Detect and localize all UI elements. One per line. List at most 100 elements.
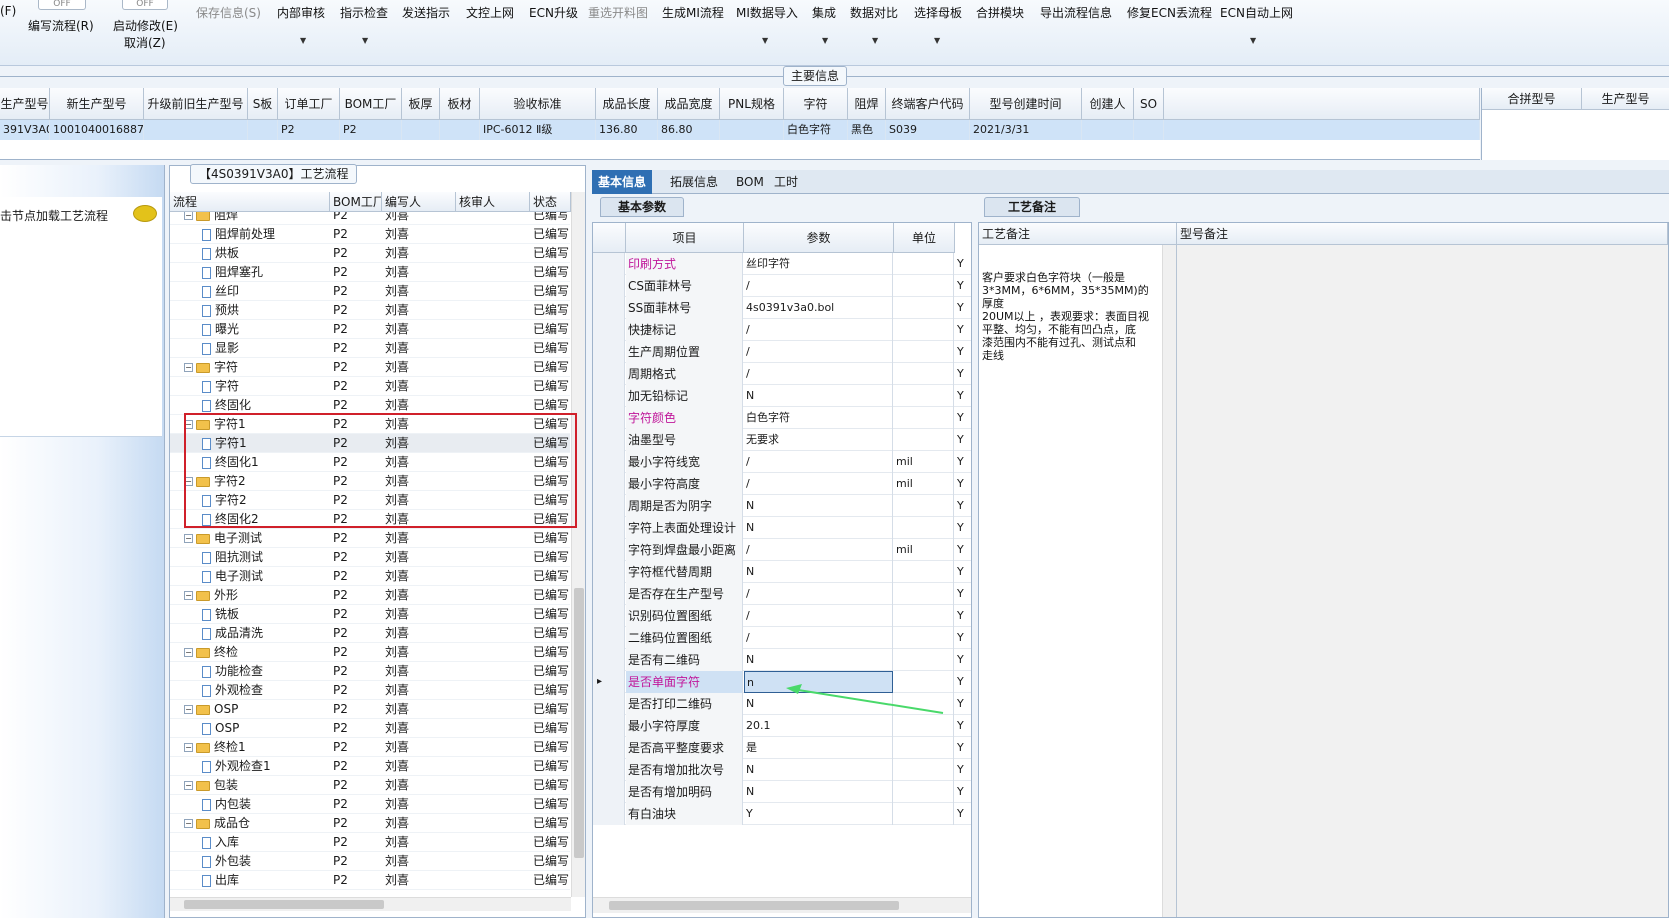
row-selector[interactable] bbox=[593, 341, 625, 363]
param-row[interactable]: 是否高平整度要求是 Y bbox=[593, 737, 971, 759]
collapse-icon[interactable]: − bbox=[184, 705, 193, 714]
param-row[interactable]: 最小字符高度 / mil Y bbox=[593, 473, 971, 495]
param-row[interactable]: SS面菲林号 4s0391v3a0.bol Y bbox=[593, 297, 971, 319]
ribbon-button[interactable]: 集成 bbox=[812, 4, 836, 21]
load-process-hint[interactable]: 击节点加载工艺流程 bbox=[0, 207, 108, 224]
param-value[interactable]: N bbox=[744, 759, 893, 781]
notes-vscroll[interactable] bbox=[1162, 245, 1176, 917]
params-hscroll[interactable] bbox=[593, 897, 971, 913]
info-cell[interactable] bbox=[720, 120, 784, 140]
tree-node[interactable]: 铣板 bbox=[202, 605, 239, 624]
tree-row[interactable]: 外观检查 P2 刘喜 已编写 bbox=[170, 681, 570, 700]
info-cell[interactable] bbox=[1082, 120, 1134, 140]
row-selector[interactable] bbox=[593, 385, 625, 407]
param-value[interactable]: / bbox=[744, 275, 893, 297]
param-value[interactable]: N bbox=[744, 781, 893, 803]
collapse-icon[interactable]: − bbox=[184, 648, 193, 657]
info-cell[interactable]: P2 bbox=[340, 120, 402, 140]
row-selector[interactable] bbox=[593, 539, 625, 561]
ribbon-button[interactable]: 启动修改(E) bbox=[113, 17, 178, 34]
tree-row[interactable]: 铣板 P2 刘喜 已编写 bbox=[170, 605, 570, 624]
info-cell[interactable]: 10010400168873 bbox=[50, 120, 144, 140]
param-value[interactable]: / bbox=[744, 363, 893, 385]
tree-node[interactable]: 预烘 bbox=[202, 301, 239, 320]
chevron-down-icon[interactable]: ▼ bbox=[822, 36, 828, 45]
ribbon-button[interactable]: ECN自动上网 bbox=[1220, 4, 1293, 21]
tree-node[interactable]: 阻焊塞孔 bbox=[202, 263, 263, 282]
param-row[interactable]: 最小字符厚度 20.1 Y bbox=[593, 715, 971, 737]
tree-node[interactable]: 阻焊前处理 bbox=[202, 225, 275, 244]
row-selector[interactable] bbox=[593, 517, 625, 539]
tree-row[interactable]: 阻抗测试 P2 刘喜 已编写 bbox=[170, 548, 570, 567]
tree-row[interactable]: − 终检 P2 刘喜 已编写 bbox=[170, 643, 570, 662]
tree-node[interactable]: 成品清洗 bbox=[202, 624, 263, 643]
tree-row[interactable]: 阻焊塞孔 P2 刘喜 已编写 bbox=[170, 263, 570, 282]
info-cell[interactable]: 86.80 bbox=[658, 120, 720, 140]
row-selector[interactable] bbox=[593, 297, 625, 319]
ribbon-button[interactable]: 指示检查 bbox=[340, 4, 388, 21]
param-value[interactable]: N bbox=[744, 495, 893, 517]
info-cell[interactable]: 黑色 bbox=[848, 120, 886, 140]
tree-node[interactable]: − 终检 bbox=[184, 643, 238, 662]
tree-row[interactable]: 曝光 P2 刘喜 已编写 bbox=[170, 320, 570, 339]
tree-node[interactable]: − OSP bbox=[184, 700, 238, 719]
row-selector[interactable] bbox=[593, 319, 625, 341]
chevron-down-icon[interactable]: ▼ bbox=[362, 36, 368, 45]
param-value[interactable]: N bbox=[744, 649, 893, 671]
tab-basic[interactable]: 基本信息 bbox=[592, 170, 653, 194]
param-row[interactable]: 识别码位置图纸 / Y bbox=[593, 605, 971, 627]
info-cell[interactable] bbox=[402, 120, 440, 140]
param-value[interactable]: N bbox=[744, 561, 893, 583]
tree-row[interactable]: − 阻焊 P2 刘喜 已编写 bbox=[170, 212, 570, 225]
row-selector[interactable] bbox=[593, 649, 625, 671]
tree-row[interactable]: OSP P2 刘喜 已编写 bbox=[170, 719, 570, 738]
row-selector[interactable] bbox=[593, 627, 625, 649]
tree-row[interactable]: − OSP P2 刘喜 已编写 bbox=[170, 700, 570, 719]
tree-node[interactable]: 烘板 bbox=[202, 244, 239, 263]
ribbon-button[interactable]: 保存信息(S) bbox=[196, 4, 261, 21]
row-selector[interactable] bbox=[593, 253, 625, 275]
chat-bubble-icon[interactable] bbox=[133, 205, 157, 222]
collapse-icon[interactable]: − bbox=[184, 819, 193, 828]
param-value[interactable]: / bbox=[744, 605, 893, 627]
tree-node[interactable]: 内包装 bbox=[202, 795, 251, 814]
node-list[interactable] bbox=[0, 197, 162, 437]
process-notes-field[interactable]: 客户要求白色字符块（一般是 3*3MM，6*6MM，35*35MM)的厚度 20… bbox=[979, 245, 1177, 917]
tree-node[interactable]: 电子测试 bbox=[202, 567, 263, 586]
param-value[interactable]: / bbox=[744, 473, 893, 495]
param-row[interactable]: 二维码位置图纸 / Y bbox=[593, 627, 971, 649]
ribbon-button[interactable]: ECN升级 bbox=[529, 4, 578, 21]
chevron-down-icon[interactable]: ▼ bbox=[872, 36, 878, 45]
tree-row[interactable]: 功能检查 P2 刘喜 已编写 bbox=[170, 662, 570, 681]
tree-node[interactable]: − 外形 bbox=[184, 586, 238, 605]
info-cell[interactable]: P2 bbox=[278, 120, 340, 140]
chevron-down-icon[interactable]: ▼ bbox=[300, 36, 306, 45]
tree-node[interactable]: 丝印 bbox=[202, 282, 239, 301]
tree-node[interactable]: 外包装 bbox=[202, 852, 251, 871]
tree-node[interactable]: − 包装 bbox=[184, 776, 238, 795]
tree-row[interactable]: 烘板 P2 刘喜 已编写 bbox=[170, 244, 570, 263]
tree-node[interactable]: − 字符 bbox=[184, 358, 238, 377]
ribbon-ghost-button[interactable]: OFF bbox=[122, 0, 168, 10]
param-value[interactable]: / bbox=[744, 319, 893, 341]
tree-node[interactable]: − 终检1 bbox=[184, 738, 246, 757]
param-row[interactable]: 是否存在生产型号 / Y bbox=[593, 583, 971, 605]
row-selector[interactable] bbox=[593, 561, 625, 583]
tree-row[interactable]: 预烘 P2 刘喜 已编写 bbox=[170, 301, 570, 320]
tree-node[interactable]: − 成品仓 bbox=[184, 814, 250, 833]
param-row[interactable]: 字符框代替周期 N Y bbox=[593, 561, 971, 583]
collapse-icon[interactable]: − bbox=[184, 591, 193, 600]
row-selector[interactable]: ▸ bbox=[593, 671, 625, 693]
param-row[interactable]: 字符到焊盘最小距离 / mil Y bbox=[593, 539, 971, 561]
ribbon-button[interactable]: 生成MI流程 bbox=[662, 4, 724, 21]
param-value[interactable]: 无要求 bbox=[744, 429, 893, 451]
param-row[interactable]: 印刷方式 丝印字符 Y bbox=[593, 253, 971, 275]
tree-row[interactable]: − 终检1 P2 刘喜 已编写 bbox=[170, 738, 570, 757]
param-row[interactable]: CS面菲林号 / Y bbox=[593, 275, 971, 297]
param-row[interactable]: 是否有增加批次号 N Y bbox=[593, 759, 971, 781]
tree-row[interactable]: − 字符 P2 刘喜 已编写 bbox=[170, 358, 570, 377]
info-cell[interactable]: 136.80 bbox=[596, 120, 658, 140]
param-value[interactable]: / bbox=[744, 583, 893, 605]
info-cell[interactable]: 391V3A0 bbox=[0, 120, 50, 140]
param-row[interactable]: 有白油块 Y Y bbox=[593, 803, 971, 825]
